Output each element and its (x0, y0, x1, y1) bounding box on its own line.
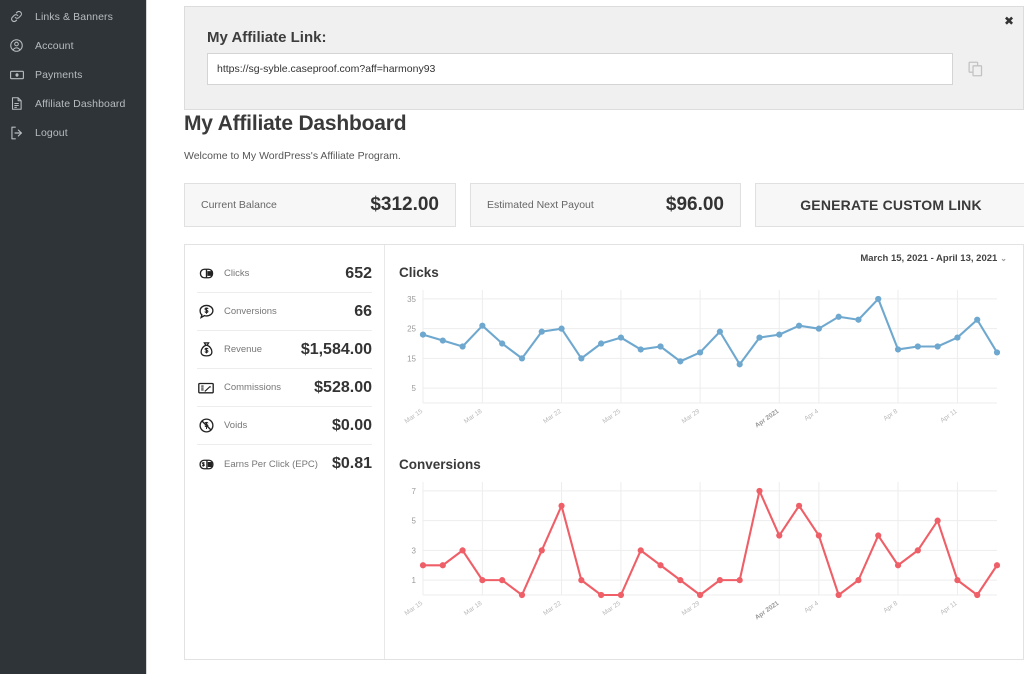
svg-text:Mar 29: Mar 29 (681, 600, 702, 618)
stat-row-conversions: Conversions 66 (197, 293, 372, 331)
stat-label: Revenue (224, 344, 292, 355)
svg-text:Apr 11: Apr 11 (939, 600, 959, 617)
sidebar-item-account[interactable]: Account (0, 31, 146, 60)
affiliate-link-row (207, 53, 985, 85)
stat-value: $528.00 (314, 379, 372, 397)
svg-text:Apr 4: Apr 4 (803, 600, 820, 615)
stats-list: Clicks 652 Conversions 66 (185, 245, 385, 659)
current-balance-value: $312.00 (370, 194, 439, 216)
stat-value: $1,584.00 (301, 341, 372, 359)
sidebar: Links & Banners Account Payments (0, 0, 147, 674)
sidebar-item-label: Affiliate Dashboard (35, 98, 125, 110)
stat-value: $0.00 (332, 417, 372, 435)
svg-text:Mar 25: Mar 25 (601, 408, 622, 426)
sidebar-item-label: Logout (35, 127, 68, 139)
clicks-chart-svg: 5 15 25 35 Mar 15 Mar 18 Mar 22 Mar 25 Mar 29 Apr… (393, 280, 1005, 445)
svg-text:Mar 22: Mar 22 (542, 600, 563, 618)
date-range-label: March 15, 2021 - April 13, 2021 (860, 253, 997, 264)
svg-text:Apr 4: Apr 4 (803, 408, 820, 423)
check-dollar-icon (197, 379, 215, 397)
conversions-chart-svg: 1 3 5 7 Mar 15 Mar 18 Mar 22 Mar 25 Mar 29 Apr 20… (393, 472, 1005, 637)
copy-icon[interactable] (965, 58, 985, 80)
stat-value: 66 (354, 303, 372, 321)
user-circle-icon (8, 37, 25, 54)
affiliate-link-input[interactable] (207, 53, 953, 85)
svg-text:Mar 15: Mar 15 (404, 600, 425, 618)
svg-text:3: 3 (412, 546, 417, 555)
svg-text:Mar 15: Mar 15 (404, 408, 425, 426)
document-icon (8, 95, 25, 112)
clicks-chart-title: Clicks (399, 265, 1009, 280)
sidebar-item-label: Account (35, 40, 74, 52)
sidebar-item-payments[interactable]: Payments (0, 60, 146, 89)
stat-row-epc: Earns Per Click (EPC) $0.81 (197, 445, 372, 483)
mouse-click-icon (197, 265, 215, 283)
conversions-chart: 1 3 5 7 Mar 15 Mar 18 Mar 22 Mar 25 Mar 29 Apr 20… (393, 472, 1005, 637)
money-bag-icon (197, 341, 215, 359)
svg-text:15: 15 (407, 354, 416, 363)
conversion-dollar-icon (197, 303, 215, 321)
stat-row-commissions: Commissions $528.00 (197, 369, 372, 407)
svg-text:Apr 11: Apr 11 (939, 408, 959, 425)
sidebar-item-links-banners[interactable]: Links & Banners (0, 2, 146, 31)
generate-custom-link-button[interactable]: GENERATE CUSTOM LINK (755, 183, 1024, 227)
app-root: Links & Banners Account Payments (0, 0, 1024, 674)
stat-label: Conversions (224, 306, 345, 317)
stat-label: Clicks (224, 268, 336, 279)
stat-label: Earns Per Click (EPC) (224, 459, 323, 470)
link-icon (8, 8, 25, 25)
sidebar-item-logout[interactable]: Logout (0, 118, 146, 147)
clicks-chart: 5 15 25 35 Mar 15 Mar 18 Mar 22 Mar 25 Mar 29 Apr… (393, 280, 1005, 445)
svg-text:Mar 29: Mar 29 (681, 408, 702, 426)
main-content: ✖ My Affiliate Link: My Affiliate Dashbo… (147, 0, 1024, 674)
svg-text:25: 25 (407, 325, 416, 334)
stat-label: Commissions (224, 382, 305, 393)
estimated-payout-value: $96.00 (666, 194, 724, 216)
stat-value: 652 (345, 265, 372, 283)
estimated-payout-box: Estimated Next Payout $96.00 (470, 183, 741, 227)
click-dollar-icon (197, 455, 215, 473)
affiliate-link-banner: ✖ My Affiliate Link: (184, 6, 1024, 110)
sidebar-item-affiliate-dashboard[interactable]: Affiliate Dashboard (0, 89, 146, 118)
dashboard-panel: Clicks 652 Conversions 66 (184, 244, 1024, 660)
no-dollar-icon (197, 417, 215, 435)
chevron-down-icon: ⌄ (1000, 254, 1007, 263)
charts-column: March 15, 2021 - April 13, 2021⌄ Clicks … (385, 245, 1023, 659)
page-subtitle: Welcome to My WordPress's Affiliate Prog… (184, 150, 401, 162)
svg-text:Mar 22: Mar 22 (542, 408, 563, 426)
svg-text:5: 5 (412, 517, 417, 526)
svg-text:7: 7 (412, 487, 417, 496)
sidebar-item-label: Payments (35, 69, 83, 81)
svg-text:Apr 8: Apr 8 (882, 408, 899, 423)
stat-row-clicks: Clicks 652 (197, 255, 372, 293)
svg-text:Apr 2021: Apr 2021 (754, 600, 781, 622)
estimated-payout-label: Estimated Next Payout (487, 199, 594, 211)
conversions-chart-title: Conversions (399, 457, 1009, 472)
sidebar-item-label: Links & Banners (35, 11, 113, 23)
banknote-icon (8, 66, 25, 83)
svg-text:5: 5 (412, 384, 417, 393)
stat-row-revenue: Revenue $1,584.00 (197, 331, 372, 369)
stat-label: Voids (224, 420, 323, 431)
affiliate-link-title: My Affiliate Link: (207, 29, 326, 46)
current-balance-box: Current Balance $312.00 (184, 183, 456, 227)
svg-text:Mar 18: Mar 18 (463, 408, 484, 426)
svg-text:1: 1 (412, 576, 417, 585)
stat-row-voids: Voids $0.00 (197, 407, 372, 445)
svg-text:35: 35 (407, 295, 416, 304)
svg-text:Mar 18: Mar 18 (463, 600, 484, 618)
svg-text:Apr 2021: Apr 2021 (754, 408, 781, 430)
current-balance-label: Current Balance (201, 199, 277, 211)
summary-row: Current Balance $312.00 Estimated Next P… (184, 183, 1024, 227)
svg-text:Apr 8: Apr 8 (882, 600, 899, 615)
page-title: My Affiliate Dashboard (184, 112, 406, 136)
date-range-selector[interactable]: March 15, 2021 - April 13, 2021⌄ (860, 253, 1007, 264)
svg-text:Mar 25: Mar 25 (601, 600, 622, 618)
close-icon[interactable]: ✖ (1004, 15, 1014, 27)
stat-value: $0.81 (332, 455, 372, 473)
logout-icon (8, 124, 25, 141)
